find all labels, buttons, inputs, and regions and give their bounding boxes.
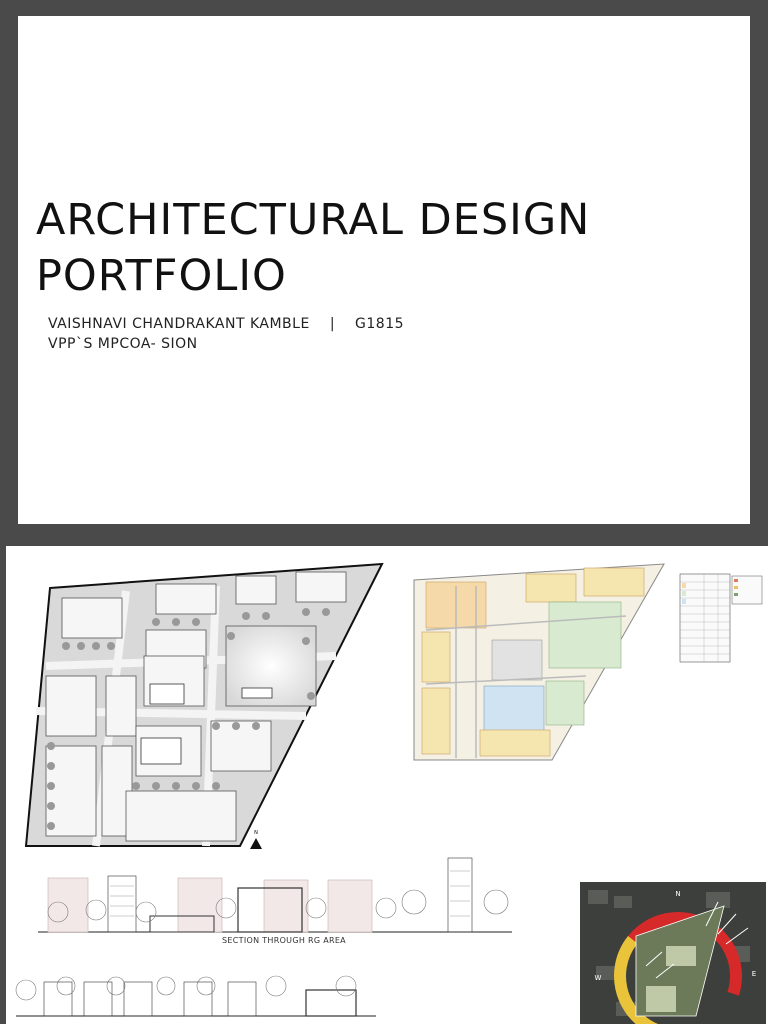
institution: VPP`S MPCOA- SION xyxy=(48,336,198,352)
drawing-sheet: N SECTION THROUGH RG AREA N W E xyxy=(6,546,768,1024)
student-id: G1815 xyxy=(355,316,405,332)
compass-e-label: E xyxy=(752,970,756,978)
title-line-1: ARCHITECTURAL DESIGN xyxy=(36,195,591,245)
north-label: N xyxy=(254,830,258,836)
cover-page: ARCHITECTURAL DESIGN PORTFOLIO VAISHNAVI… xyxy=(18,16,750,524)
site-analysis-map: N W E xyxy=(580,882,766,1024)
zoning-plan xyxy=(413,563,665,761)
section-rg-area xyxy=(38,857,512,933)
page-title: ARCHITECTURAL DESIGN PORTFOLIO xyxy=(36,192,736,304)
separator: | xyxy=(329,316,336,332)
section-caption: SECTION THROUGH RG AREA xyxy=(222,936,346,945)
north-arrow-icon xyxy=(250,838,262,849)
section-2 xyxy=(15,975,376,1017)
title-line-2: PORTFOLIO xyxy=(36,251,287,301)
site-plan: N xyxy=(24,562,384,849)
compass-n-label: N xyxy=(675,890,680,898)
compass-w-label: W xyxy=(595,974,602,982)
author-block: VAISHNAVI CHANDRAKANT KAMBLE | G1815 VPP`S… xyxy=(48,314,404,354)
author-name: VAISHNAVI CHANDRAKANT KAMBLE xyxy=(48,316,310,332)
legend-table xyxy=(679,573,763,663)
sheet-drawings: N SECTION THROUGH RG AREA N W E xyxy=(15,562,766,1024)
